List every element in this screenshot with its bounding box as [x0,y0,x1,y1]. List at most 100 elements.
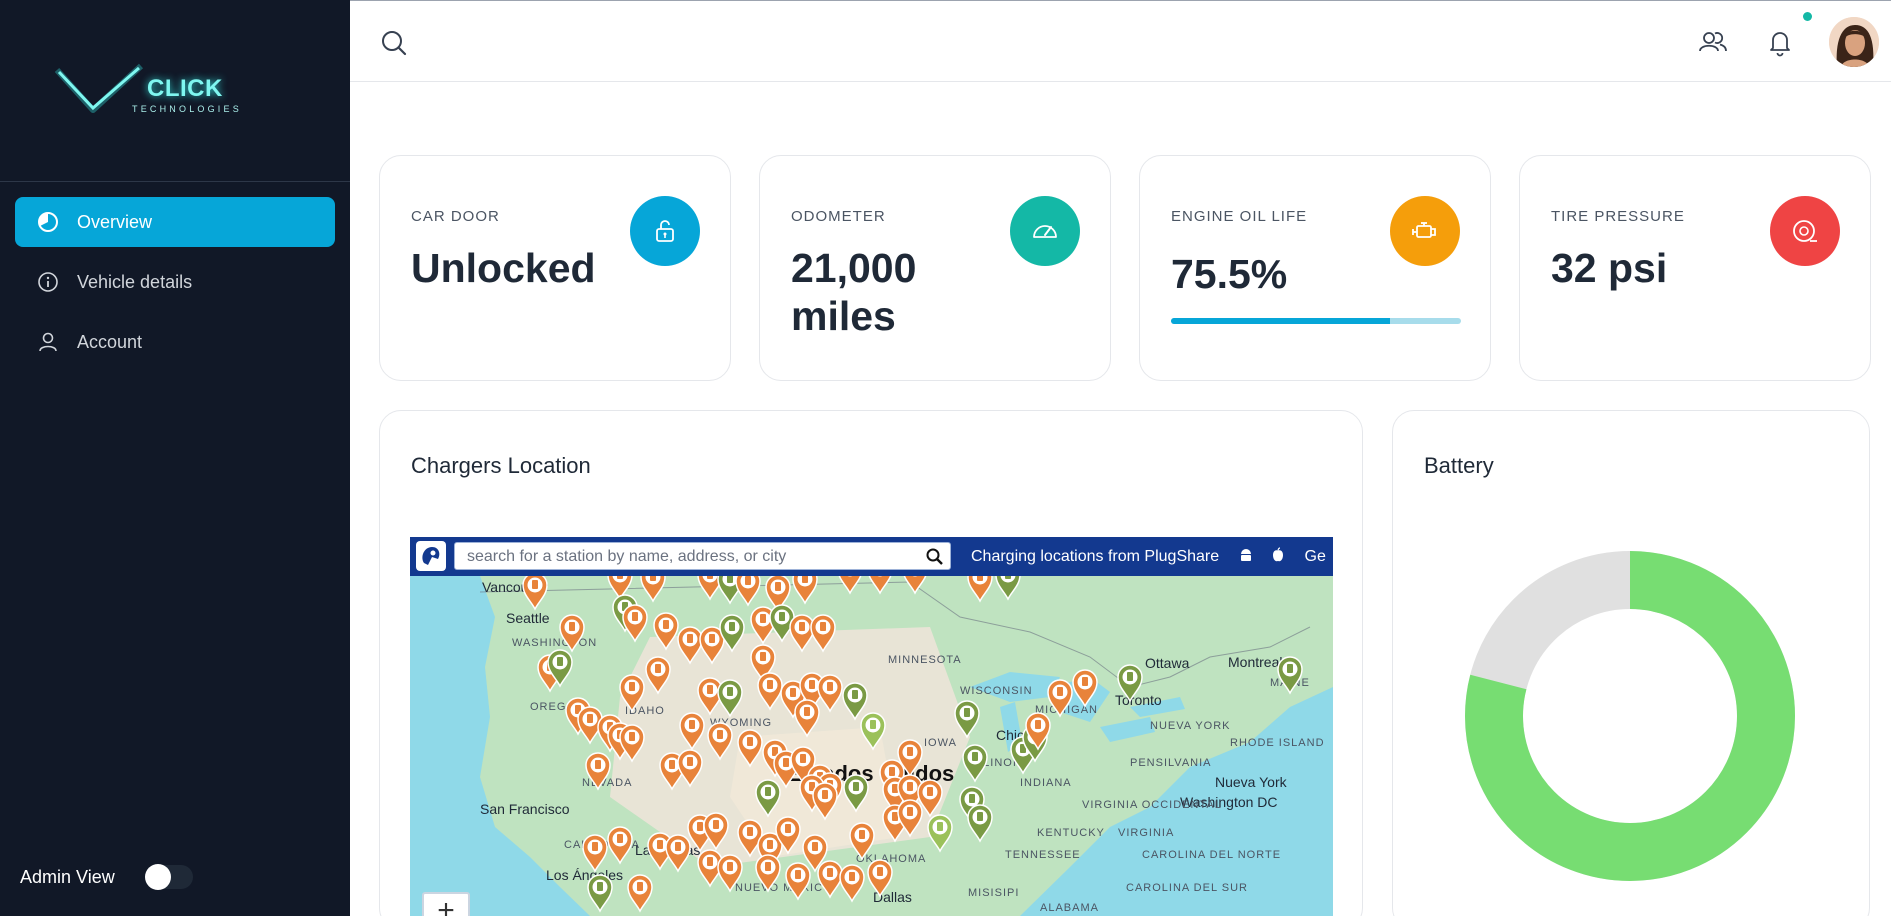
charger-pin-icon[interactable] [962,744,988,783]
plugshare-caption-text: Charging locations from PlugShare [971,548,1220,565]
charger-pin-icon[interactable] [582,834,608,873]
charger-pin-icon[interactable] [1277,656,1303,695]
charger-pin-icon[interactable] [607,826,633,865]
pie-chart-icon [37,211,59,233]
charger-pin-icon[interactable] [757,672,783,711]
brand-subtitle: TECHNOLOGIES [132,104,242,114]
charger-pin-icon[interactable] [627,874,653,913]
sidebar: CLICK TECHNOLOGIES Overview Vehicle deta… [0,0,350,916]
card-label: ODOMETER [791,208,886,225]
brand-logo[interactable]: CLICK TECHNOLOGIES [55,62,255,132]
user-icon [37,331,59,353]
charger-pin-icon[interactable] [755,779,781,818]
charger-pin-icon[interactable] [843,774,869,813]
charger-pin-icon[interactable] [703,812,729,851]
card-value: Unlocked [411,245,596,291]
plugshare-logo-icon[interactable] [416,541,446,571]
charger-pin-icon[interactable] [737,729,763,768]
engine-oil-life-card: ENGINE OIL LIFE 75.5% [1139,155,1491,381]
charger-pin-icon[interactable] [860,712,886,751]
sidebar-item-vehicle-details[interactable]: Vehicle details [15,257,335,307]
sidebar-item-label: Overview [77,211,153,232]
map-search-field[interactable] [454,542,951,570]
charger-pin-icon[interactable] [717,679,743,718]
charger-pin-icon[interactable] [619,724,645,763]
engine-icon [1390,196,1460,266]
zoom-in-button[interactable]: + [422,892,470,916]
plugshare-more-text: Ge [1304,548,1326,565]
search-icon[interactable] [380,29,408,57]
apple-icon[interactable] [1270,547,1286,568]
charger-pin-icon[interactable] [1117,664,1143,703]
charger-pin-icon[interactable] [817,860,843,899]
battery-donut-chart [1465,551,1795,881]
charger-pin-icon[interactable] [794,699,820,738]
charger-pin-icon[interactable] [839,864,865,903]
charger-pin-icon[interactable] [587,874,613,913]
charger-pin-icon[interactable] [717,854,743,893]
admin-view: Admin View [20,864,193,890]
toggle-knob [144,864,171,890]
charger-pin-icon[interactable] [645,656,671,695]
map-search-input[interactable] [467,546,917,568]
charger-pin-icon[interactable] [755,854,781,893]
oil-life-progress-bar [1171,318,1461,324]
charger-pin-icon[interactable] [677,626,703,665]
charger-pin-icon[interactable] [559,614,585,653]
charger-pin-icon[interactable] [812,782,838,821]
charger-pin-icon[interactable] [677,749,703,788]
notification-dot [1803,12,1812,21]
sidebar-item-account[interactable]: Account [15,317,335,367]
search-icon[interactable] [926,548,944,566]
charger-pin-icon[interactable] [867,859,893,898]
info-icon [37,271,59,293]
charger-pin-icon[interactable] [817,674,843,713]
charger-pin-icon[interactable] [1047,679,1073,718]
brand-name: CLICK [147,75,223,102]
charger-pin-icon[interactable] [653,612,679,651]
odometer-card: ODOMETER 21,000 miles [759,155,1111,381]
charger-pin-icon[interactable] [679,712,705,751]
sidebar-item-overview[interactable]: Overview [15,197,335,247]
plugshare-caption: Charging locations from PlugShare Ge [971,547,1326,568]
sidebar-divider [0,181,350,182]
charger-pin-icon[interactable] [789,614,815,653]
panel-title: Chargers Location [411,453,591,478]
map-toolbar: Charging locations from PlugShare Ge [410,537,1333,576]
charger-pin-icon[interactable] [785,862,811,901]
lock-icon [630,196,700,266]
admin-view-label: Admin View [20,866,115,887]
charger-pin-icon[interactable] [522,572,548,611]
card-value: 21,000 miles [791,245,917,339]
charger-pin-icon[interactable] [967,804,993,843]
chargers-map[interactable]: Vancouver Seattle WASHINGTON OREGON IDAH… [410,537,1333,916]
bell-icon[interactable] [1765,27,1795,57]
card-label: ENGINE OIL LIFE [1171,208,1308,225]
charger-pins[interactable] [410,537,1333,916]
sidebar-item-label: Vehicle details [77,271,193,292]
charger-pin-icon[interactable] [665,834,691,873]
card-label: TIRE PRESSURE [1551,208,1685,225]
charger-pin-icon[interactable] [842,682,868,721]
charger-pin-icon[interactable] [1072,669,1098,708]
card-label: CAR DOOR [411,208,500,225]
charger-pin-icon[interactable] [622,604,648,643]
sidebar-item-label: Account [77,331,143,352]
charger-pin-icon[interactable] [849,822,875,861]
charger-pin-icon[interactable] [927,814,953,853]
car-door-card: CAR DOOR Unlocked [379,155,731,381]
admin-view-toggle[interactable] [144,864,193,890]
sidebar-nav: Overview Vehicle details Account [15,197,335,377]
android-icon[interactable] [1238,547,1254,568]
charger-pin-icon[interactable] [585,752,611,791]
speedometer-icon [1010,196,1080,266]
users-icon[interactable] [1698,27,1728,57]
charger-pin-icon[interactable] [707,722,733,761]
panel-title: Battery [1424,453,1494,478]
tire-icon [1770,196,1840,266]
charger-pin-icon[interactable] [810,614,836,653]
charger-pin-icon[interactable] [719,614,745,653]
charger-pin-icon[interactable] [954,700,980,739]
avatar[interactable] [1829,17,1879,67]
charger-pin-icon[interactable] [619,674,645,713]
